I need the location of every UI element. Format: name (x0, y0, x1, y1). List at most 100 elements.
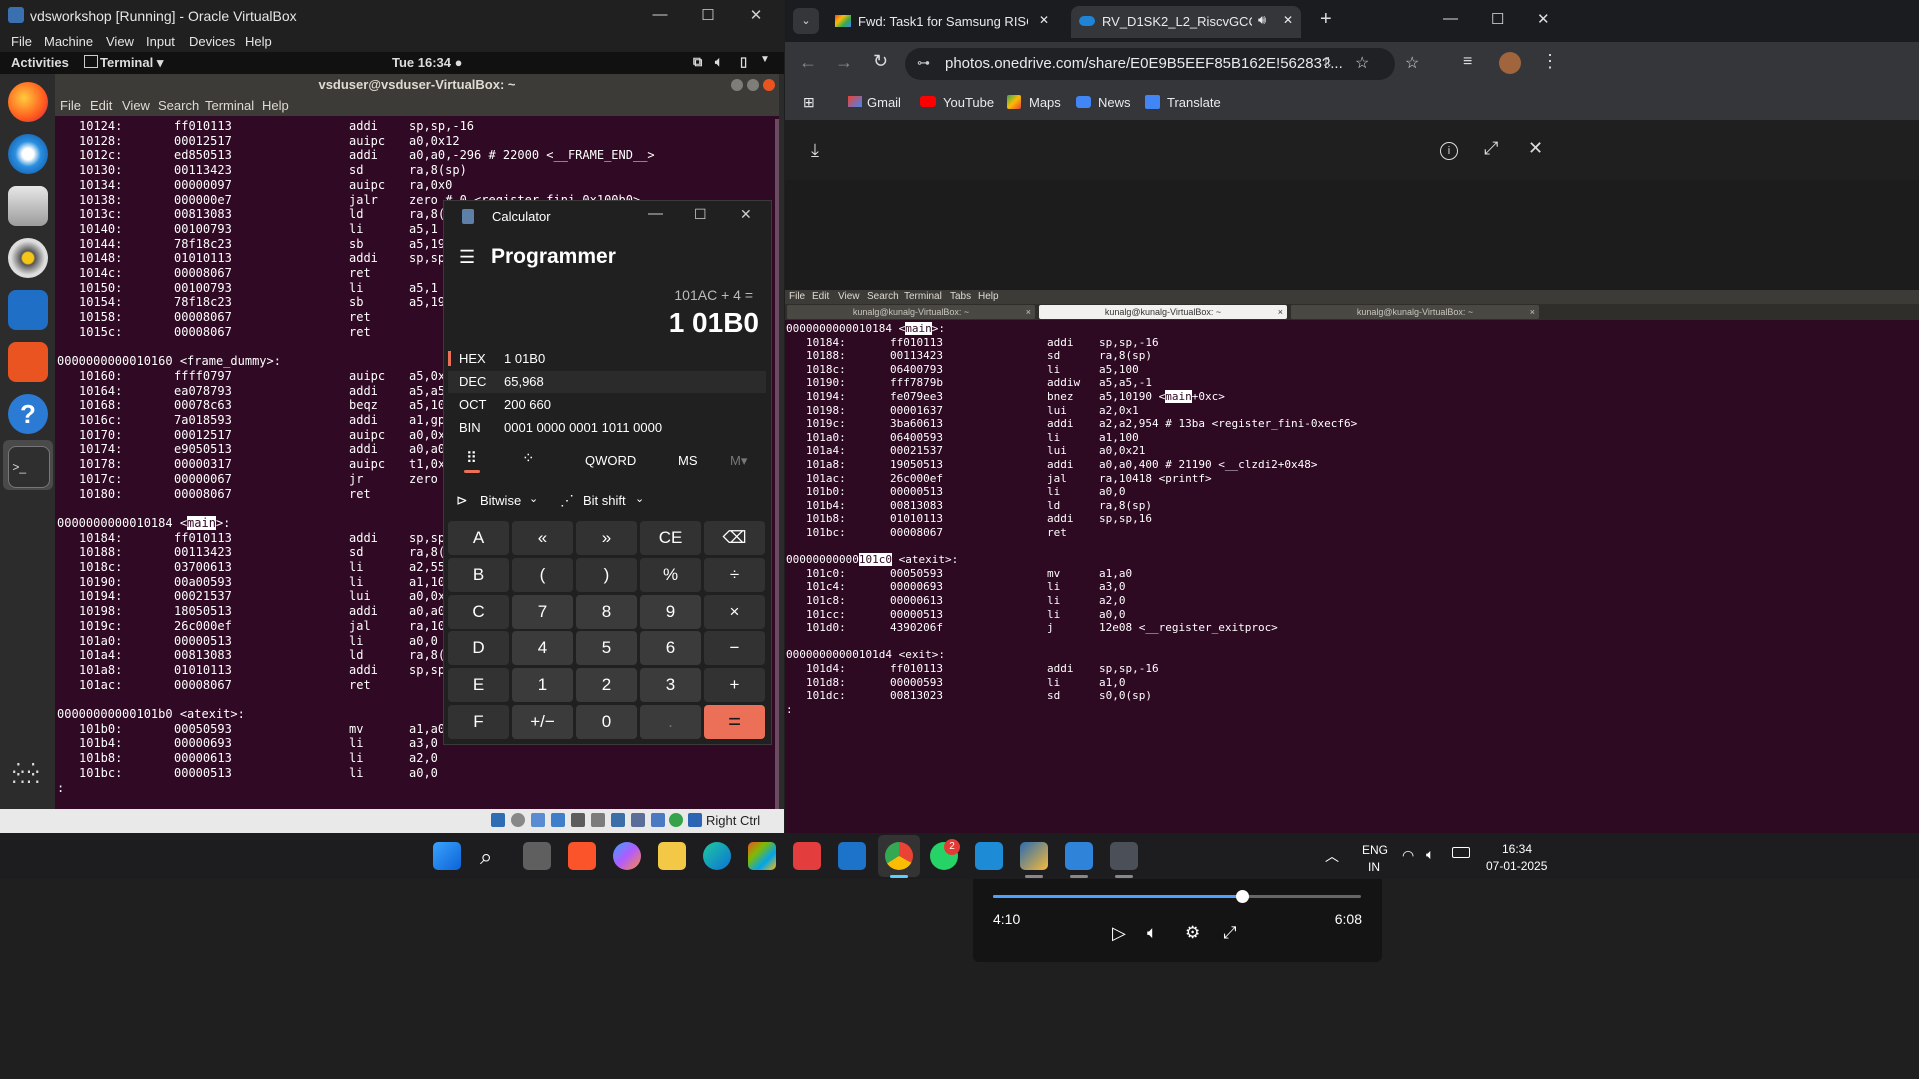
browser-maximize-icon[interactable]: ☐ (1491, 10, 1504, 28)
hdd-icon[interactable] (491, 813, 505, 827)
bookmark-maps[interactable]: Maps (1029, 95, 1061, 110)
microsoft-store-icon[interactable] (748, 842, 776, 870)
network-adapter-icon[interactable] (551, 813, 565, 827)
show-applications-icon[interactable]: ∴∴ ∴∴ (12, 759, 42, 794)
terminal-menu-help[interactable]: Help (262, 98, 289, 113)
key-b[interactable]: B (448, 557, 509, 592)
terminal-icon[interactable]: >_ (8, 446, 50, 488)
brave-icon[interactable] (568, 842, 596, 870)
seek-bar-track[interactable] (993, 890, 1361, 903)
paint-icon[interactable] (1065, 842, 1093, 870)
tab-search-chevron-icon[interactable]: ⌄ (793, 8, 819, 34)
media-control-icon[interactable]: ≡ (1463, 53, 1472, 71)
tab-close-icon[interactable]: ✕ (1283, 13, 1293, 27)
key-2[interactable]: 2 (576, 668, 637, 703)
bookmark-star-icon[interactable]: ☆ (1355, 53, 1369, 73)
vbox-menu-devices[interactable]: Devices (189, 34, 235, 49)
firefox-icon[interactable] (8, 82, 48, 122)
key-f[interactable]: F (448, 705, 509, 739)
thunderbird-icon[interactable] (8, 134, 48, 174)
key-add[interactable]: + (704, 668, 765, 703)
battery-icon[interactable]: ▯ (740, 54, 747, 70)
radix-dec-row[interactable]: DEC 65,968 (448, 371, 766, 393)
vbox-menu-input[interactable]: Input (146, 34, 175, 49)
usb-icon[interactable] (571, 813, 585, 827)
app-menu-terminal[interactable]: Terminal ▾ (100, 55, 163, 71)
expand-icon[interactable]: ⤢ (1484, 138, 1498, 159)
browser-minimize-icon[interactable]: — (1443, 10, 1458, 27)
terminal-menu-file[interactable]: File (60, 98, 81, 113)
key-c[interactable]: C (448, 594, 509, 629)
memory-store-button[interactable]: MS (678, 453, 698, 468)
forward-icon[interactable]: → (835, 52, 853, 73)
gnome-clock[interactable]: Tue 16:34 ● (392, 55, 462, 70)
remote-desktop-icon[interactable] (838, 842, 866, 870)
bit-toggle-keypad-icon[interactable]: ⁘ (522, 449, 535, 467)
vbox-menu-machine[interactable]: Machine (44, 34, 93, 49)
bitshift-dropdown[interactable]: Bit shift (583, 493, 626, 508)
radix-oct-row[interactable]: OCT 200 660 (448, 394, 766, 416)
viewer-close-icon[interactable]: ✕ (1528, 138, 1543, 159)
help-icon[interactable]: ? (8, 394, 48, 434)
browser-close-icon[interactable]: ✕ (1537, 10, 1550, 28)
bookmark-translate[interactable]: Translate (1167, 95, 1221, 110)
language-primary[interactable]: ENG (1362, 843, 1388, 857)
key-7[interactable]: 7 (512, 594, 573, 629)
recording-icon[interactable] (631, 813, 645, 827)
reload-icon[interactable]: ↻ (873, 51, 888, 72)
activities-button[interactable]: Activities (11, 55, 69, 70)
chrome-menu-icon[interactable]: ⋮ (1541, 51, 1559, 72)
chrome-icon[interactable] (885, 842, 913, 870)
key-decimal[interactable]: . (640, 705, 701, 739)
key-6[interactable]: 6 (640, 631, 701, 666)
terminal-maximize-icon[interactable] (747, 79, 759, 91)
seek-bar-thumb[interactable] (1236, 890, 1250, 903)
close-icon[interactable]: ✕ (736, 6, 776, 24)
key-backspace[interactable]: ⌫ (704, 521, 765, 555)
tab-audio-icon[interactable]: 🔊︎ (1258, 12, 1266, 28)
bookmark-gmail[interactable]: Gmail (867, 95, 901, 110)
calculator-icon[interactable] (1110, 842, 1138, 870)
key-d[interactable]: D (448, 631, 509, 666)
battery-icon[interactable] (1452, 847, 1470, 858)
key-1[interactable]: 1 (512, 668, 573, 703)
rhythmbox-icon[interactable] (8, 238, 48, 278)
virtualbox-titlebar[interactable]: vdsworkshop [Running] - Oracle VirtualBo… (0, 0, 784, 32)
taskbar-date[interactable]: 07-01-2025 (1486, 859, 1547, 873)
apps-grid-icon[interactable]: ⊞ (803, 94, 815, 111)
key-percent[interactable]: % (640, 557, 701, 592)
vscode-icon[interactable] (975, 842, 1003, 870)
audio-icon[interactable] (531, 813, 545, 827)
key-equals[interactable]: = (704, 705, 765, 739)
fullscreen-icon[interactable]: ⤢ (1223, 923, 1237, 943)
key-5[interactable]: 5 (576, 631, 637, 666)
copilot-icon[interactable] (613, 842, 641, 870)
terminal-close-icon[interactable] (763, 79, 775, 91)
terminal-menu-view[interactable]: View (122, 98, 150, 113)
key-0[interactable]: 0 (576, 705, 637, 739)
terminal-menu-search[interactable]: Search (158, 98, 199, 113)
new-tab-icon[interactable]: + (1320, 8, 1332, 31)
anydesk-icon[interactable] (793, 842, 821, 870)
files-icon[interactable] (8, 186, 48, 226)
edge-icon[interactable] (703, 842, 731, 870)
key-a[interactable]: A (448, 521, 509, 555)
key-multiply[interactable]: × (704, 594, 765, 629)
full-keypad-icon[interactable]: ⠿ (466, 449, 477, 467)
libreoffice-writer-icon[interactable] (8, 290, 48, 330)
key-close-paren[interactable]: ) (576, 557, 637, 592)
calc-minimize-icon[interactable]: — (648, 205, 663, 222)
vbox-menu-file[interactable]: File (11, 34, 32, 49)
key-9[interactable]: 9 (640, 594, 701, 629)
site-info-icon[interactable]: ⊶ (917, 55, 930, 71)
hamburger-menu-icon[interactable]: ☰ (459, 247, 475, 268)
terminal-scrollbar[interactable] (775, 119, 779, 809)
key-subtract[interactable]: − (704, 631, 765, 666)
vbox-menu-help[interactable]: Help (245, 34, 272, 49)
memory-list-button[interactable]: M▾ (730, 453, 747, 469)
key-3[interactable]: 3 (640, 668, 701, 703)
terminal-minimize-icon[interactable] (731, 79, 743, 91)
terminal-menu-terminal[interactable]: Terminal (205, 98, 254, 113)
tab-gmail[interactable]: Fwd: Task1 for Samsung RISC-V ✕ (827, 6, 1057, 38)
install-app-icon[interactable]: ⇩ (1321, 54, 1334, 72)
